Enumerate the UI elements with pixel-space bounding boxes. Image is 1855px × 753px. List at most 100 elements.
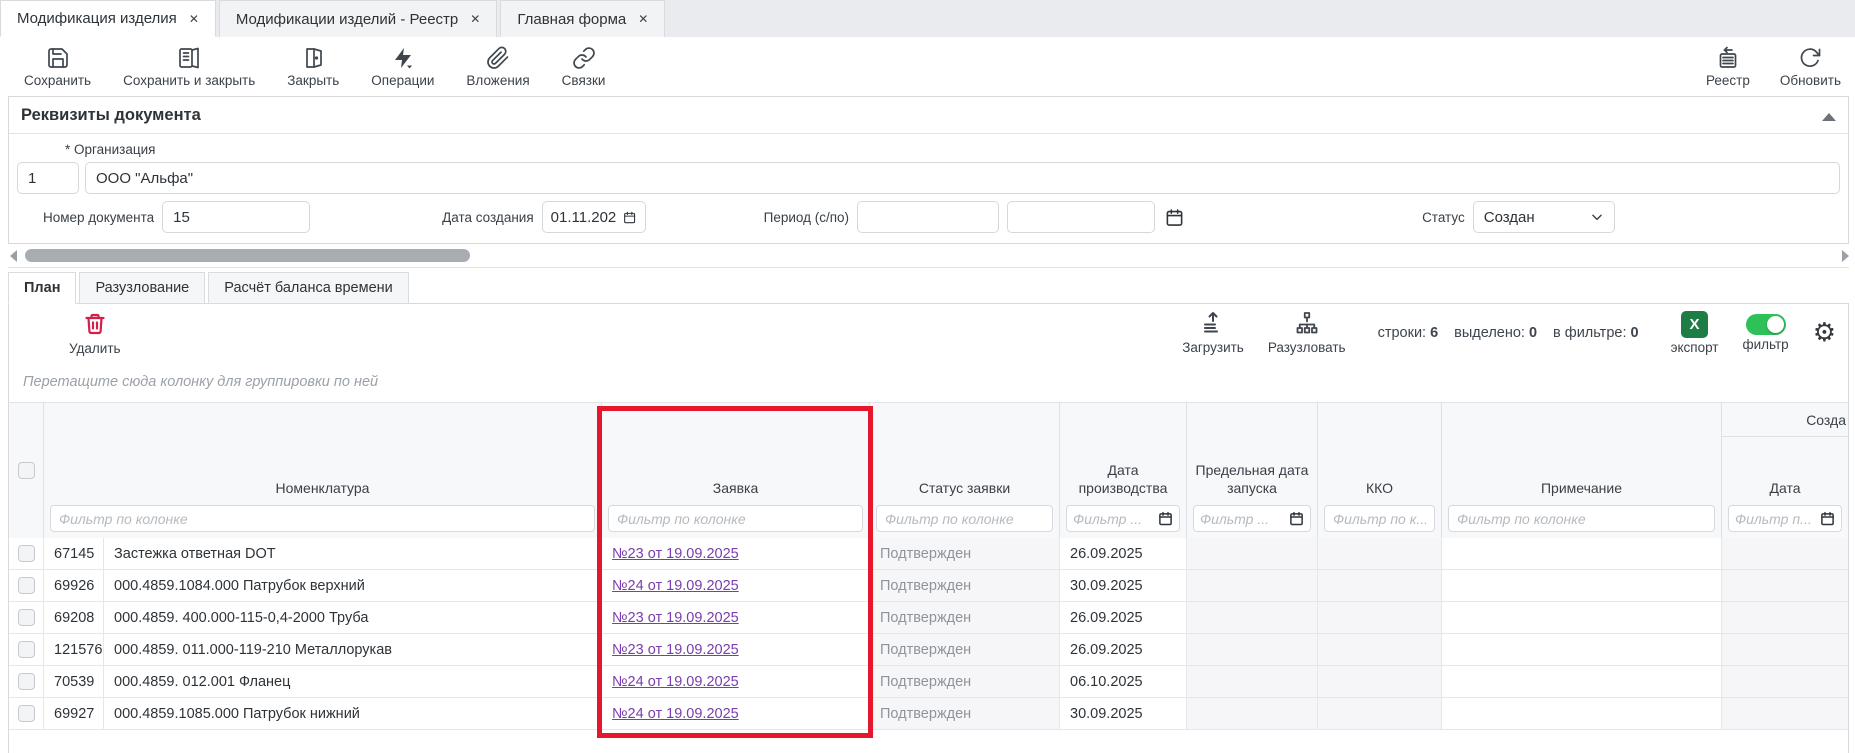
request-link[interactable]: №24 от 19.09.2025 (612, 674, 739, 690)
request-link[interactable]: №23 от 19.09.2025 (612, 546, 739, 562)
tab-razuzlovanie[interactable]: Разузлование (79, 272, 205, 304)
cell-production-date: 26.09.2025 (1059, 602, 1186, 633)
window-tab-main-form[interactable]: Главная форма ✕ (500, 0, 665, 37)
created-date-input[interactable] (551, 209, 618, 226)
column-header-nomenclature[interactable]: Номенклатура (43, 403, 601, 538)
table-row[interactable]: 69208 000.4859. 400.000-115-0,4-2000 Тру… (9, 602, 1848, 634)
created-date-field[interactable] (542, 201, 646, 233)
close-icon[interactable]: ✕ (638, 12, 648, 26)
select-all-checkbox[interactable] (18, 462, 35, 479)
cell-nomenclature: Застежка ответная DOT (103, 538, 601, 569)
column-label: ККО (1366, 480, 1393, 498)
row-checkbox-cell (9, 634, 43, 665)
filter-input-production-date[interactable] (1066, 505, 1180, 532)
row-checkbox[interactable] (18, 705, 35, 722)
row-checkbox[interactable] (18, 545, 35, 562)
cell-created-date (1721, 538, 1848, 569)
tab-time-balance[interactable]: Расчёт баланса времени (208, 272, 409, 304)
row-checkbox[interactable] (18, 673, 35, 690)
row-checkbox[interactable] (18, 577, 35, 594)
filter-input-created-date[interactable] (1728, 505, 1842, 532)
organization-code-field[interactable] (17, 162, 79, 194)
column-header-launch-deadline[interactable]: Предельная дата запуска (1186, 403, 1317, 538)
cell-request: №23 от 19.09.2025 (601, 538, 869, 569)
cell-note (1441, 666, 1721, 697)
filter-input-launch-deadline[interactable] (1193, 505, 1311, 532)
cell-nomenclature: 000.4859. 400.000-115-0,4-2000 Труба (103, 602, 601, 633)
delete-button[interactable]: Удалить (69, 312, 121, 356)
save-and-close-button[interactable]: Сохранить и закрыть (123, 46, 255, 88)
cell-kko (1317, 570, 1441, 601)
period-from-field[interactable] (857, 201, 999, 233)
doc-number-field[interactable] (162, 201, 310, 233)
chain-link-icon (572, 46, 596, 70)
row-checkbox[interactable] (18, 609, 35, 626)
filter-input-request[interactable] (608, 505, 863, 532)
filter-input-nomenclature[interactable] (50, 505, 595, 532)
unravel-button[interactable]: Разузловать (1268, 311, 1346, 355)
save-button[interactable]: Сохранить (24, 46, 91, 88)
column-header-request[interactable]: Заявка (601, 403, 869, 538)
request-link[interactable]: №24 от 19.09.2025 (612, 578, 739, 594)
scrollbar-thumb[interactable] (25, 249, 470, 262)
upload-list-icon (1201, 311, 1225, 338)
window-tab-registry[interactable]: Модификации изделий - Реестр ✕ (219, 0, 497, 37)
refresh-button[interactable]: Обновить (1780, 46, 1841, 88)
filter-date-input[interactable] (1200, 511, 1285, 527)
table-row[interactable]: 121576 000.4859. 011.000-119-210 Металло… (9, 634, 1848, 666)
request-link[interactable]: №24 от 19.09.2025 (612, 706, 739, 722)
lightning-icon (391, 46, 415, 70)
row-checkbox-cell (9, 698, 43, 729)
period-to-field[interactable] (1007, 201, 1155, 233)
organization-name-field[interactable] (85, 162, 1840, 194)
table-row[interactable]: 69927 000.4859.1085.000 Патрубок нижний … (9, 698, 1848, 730)
filter-input-note[interactable] (1448, 505, 1715, 532)
filter-toggle[interactable]: фильтр (1742, 314, 1788, 352)
cell-nomenclature: 000.4859.1084.000 Патрубок верхний (103, 570, 601, 601)
window-tab-modification[interactable]: Модификация изделия ✕ (0, 0, 216, 37)
request-link[interactable]: №23 от 19.09.2025 (612, 610, 739, 626)
filter-input-request-status[interactable] (876, 505, 1053, 532)
gear-icon[interactable]: ⚙ (1813, 320, 1836, 346)
attachments-button[interactable]: Вложения (466, 46, 529, 88)
toggle-on-icon[interactable] (1746, 314, 1786, 335)
paperclip-icon (486, 46, 510, 70)
close-button[interactable]: Закрыть (287, 46, 339, 88)
tab-plan[interactable]: План (8, 272, 76, 304)
column-header-created-group[interactable]: Созда Дата (1721, 403, 1848, 538)
load-button[interactable]: Загрузить (1182, 311, 1244, 355)
row-checkbox[interactable] (18, 641, 35, 658)
column-header-note[interactable]: Примечание (1441, 403, 1721, 538)
column-header-kko[interactable]: ККО (1317, 403, 1441, 538)
filter-date-input[interactable] (1735, 511, 1816, 527)
save-label: Сохранить (24, 73, 91, 88)
period-calendar-button[interactable] (1165, 208, 1184, 227)
export-excel-button[interactable]: X экспорт (1671, 311, 1719, 355)
row-checkbox-cell (9, 602, 43, 633)
status-select[interactable]: Создан (1473, 201, 1615, 233)
close-icon[interactable]: ✕ (470, 12, 480, 26)
collapse-caret-icon[interactable] (1822, 113, 1836, 121)
cell-request-status: Подтвержден (869, 666, 1059, 697)
window-tab-label: Модификация изделия (17, 10, 177, 27)
table-row[interactable]: 70539 000.4859. 012.001 Фланец №24 от 19… (9, 666, 1848, 698)
request-link[interactable]: №23 от 19.09.2025 (612, 642, 739, 658)
column-header-request-status[interactable]: Статус заявки (869, 403, 1059, 538)
grid-toolbar: Удалить Загрузить Разузловать строки:6 в… (9, 304, 1848, 366)
filtered-count-label: в фильтре: (1553, 325, 1626, 341)
scroll-left-arrow[interactable] (10, 250, 17, 262)
column-header-production-date[interactable]: Дата производства (1059, 403, 1186, 538)
filter-date-input[interactable] (1073, 511, 1154, 527)
export-label: экспорт (1671, 340, 1719, 355)
excel-icon: X (1681, 311, 1708, 338)
cell-request: №23 от 19.09.2025 (601, 634, 869, 665)
horizontal-scrollbar[interactable] (8, 246, 1849, 268)
operations-button[interactable]: Операции (371, 46, 434, 88)
table-row[interactable]: 67145 Застежка ответная DOT №23 от 19.09… (9, 538, 1848, 570)
links-button[interactable]: Связки (562, 46, 606, 88)
table-row[interactable]: 69926 000.4859.1084.000 Патрубок верхний… (9, 570, 1848, 602)
filter-input-kko[interactable] (1324, 505, 1435, 532)
close-icon[interactable]: ✕ (189, 12, 199, 26)
registry-button[interactable]: Реестр (1706, 46, 1750, 88)
scroll-right-arrow[interactable] (1842, 250, 1849, 262)
